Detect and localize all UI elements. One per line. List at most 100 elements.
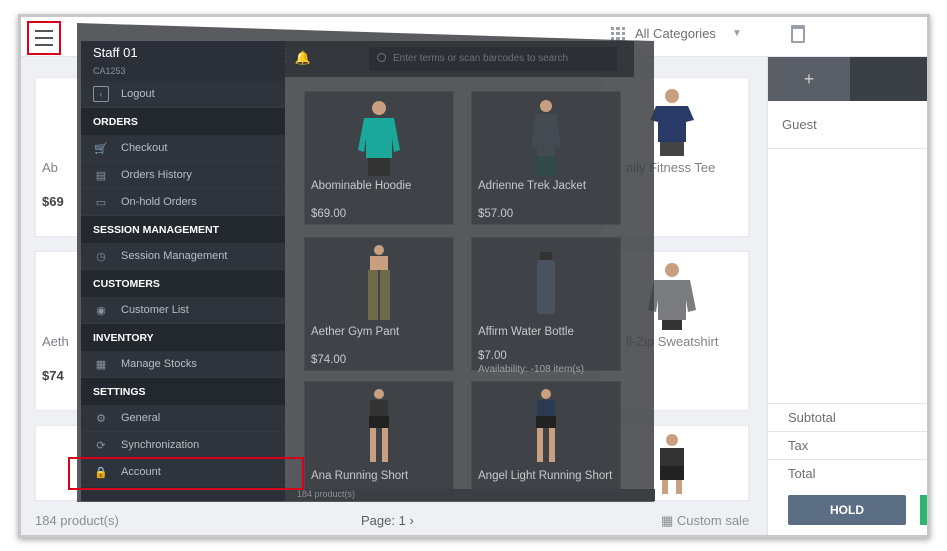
side-menu: Staff 01 CA1253 ‹ Logout ORDERS 🛒 Checko…: [81, 41, 285, 501]
pos-window: All Categories ▼ Ab $69 Aeth $74 aily Fi…: [18, 14, 930, 538]
tax-label: Tax: [768, 431, 927, 459]
product-card[interactable]: Abominable Hoodie $69.00: [304, 91, 454, 225]
menu-item-label: General: [121, 412, 161, 424]
overlay-product-count: 184 product(s): [285, 489, 655, 501]
product-name: Adrienne Trek Jacket: [478, 180, 587, 192]
hoodie-image: [358, 101, 400, 176]
product-card[interactable]: Aether Gym Pant $74.00: [304, 237, 454, 371]
product-price: $74.00: [311, 354, 347, 366]
product-card[interactable]: Affirm Water Bottle $7.00 Availability: …: [471, 237, 621, 375]
logout-button[interactable]: ‹ Logout: [81, 81, 285, 108]
search-icon: [377, 53, 386, 62]
menu-button[interactable]: [27, 21, 61, 55]
list-icon: ▤: [95, 169, 107, 182]
category-select[interactable]: All Categories ▼: [611, 26, 742, 41]
menu-item-account[interactable]: 🔒 Account: [81, 459, 285, 486]
menu-item-general[interactable]: ⚙ General: [81, 405, 285, 432]
menu-item-checkout[interactable]: 🛒 Checkout: [81, 135, 285, 162]
box-icon: ▭: [95, 196, 107, 209]
section-inventory: INVENTORY: [81, 324, 285, 351]
hamburger-line: [35, 37, 53, 39]
checkout-button[interactable]: [920, 495, 927, 525]
product-name: Aether Gym Pant: [311, 326, 400, 338]
product-card[interactable]: Angel Light Running Short: [471, 381, 621, 501]
logout-icon: ‹: [93, 86, 109, 102]
cart-totals: Subtotal Tax Total: [768, 403, 927, 487]
overlay-search-bar: ☰🔔 Enter terms or scan barcodes to searc…: [265, 41, 634, 77]
bottle-image: [537, 252, 555, 314]
total-label: Total: [768, 459, 927, 487]
add-cart-button[interactable]: +: [768, 57, 850, 101]
custom-sale-button[interactable]: ▦ Custom sale: [661, 513, 749, 529]
product-name: Ana Running Short: [311, 470, 409, 482]
hamburger-icon: [35, 30, 53, 32]
cart-panel: + Guest Subtotal Tax Total HOLD: [767, 57, 927, 535]
hold-button[interactable]: HOLD: [788, 495, 906, 525]
product-price: $69.00: [311, 208, 347, 220]
subtotal-label: Subtotal: [768, 403, 927, 431]
product-price: $7.00: [478, 350, 507, 362]
user-icon: ◉: [96, 304, 106, 317]
product-card[interactable]: Ana Running Short: [304, 381, 454, 501]
menu-item-orders-history[interactable]: ▤ Orders History: [81, 162, 285, 189]
grid-icon: [611, 26, 625, 41]
trash-icon[interactable]: [791, 25, 805, 43]
lock-icon: 🔒: [94, 466, 108, 479]
menu-item-label: Synchronization: [121, 439, 200, 451]
shorts-image: [660, 434, 684, 494]
menu-item-label: Manage Stocks: [121, 358, 197, 370]
menu-item-label: Checkout: [121, 142, 168, 154]
shorts-image: [536, 389, 556, 462]
product-name: Abominable Hoodie: [311, 180, 412, 192]
custom-sale-label: Custom sale: [676, 513, 750, 528]
pants-image: [368, 245, 390, 320]
menu-item-synchronization[interactable]: ⟳ Synchronization: [81, 432, 285, 459]
hamburger-line: [35, 44, 53, 46]
menu-item-session-management[interactable]: ◷ Session Management: [81, 243, 285, 270]
customer-label[interactable]: Guest: [768, 101, 927, 149]
staff-name: Staff 01: [93, 45, 138, 60]
menu-item-label: Customer List: [121, 304, 189, 316]
staff-header: Staff 01 CA1253: [81, 41, 285, 81]
product-name: Angel Light Running Short: [478, 470, 613, 482]
product-name: Ab: [42, 160, 58, 175]
product-card[interactable]: Adrienne Trek Jacket $57.00: [471, 91, 621, 225]
jacket-image: [531, 100, 561, 176]
logout-label: Logout: [121, 88, 155, 100]
search-placeholder: Enter terms or scan barcodes to search: [393, 53, 569, 64]
chevron-down-icon: ▼: [731, 28, 742, 39]
menu-item-label: Account: [121, 466, 161, 478]
product-price: $74: [42, 368, 64, 383]
product-name: Affirm Water Bottle: [478, 326, 574, 338]
product-name: Aeth: [42, 334, 69, 349]
pagination[interactable]: Page: 1 ›: [361, 513, 414, 528]
menu-item-customer-list[interactable]: ◉ Customer List: [81, 297, 285, 324]
category-select-label: All Categories: [635, 26, 716, 41]
menu-item-label: Session Management: [121, 250, 228, 262]
product-price: $69: [42, 194, 64, 209]
sync-icon: ⟳: [96, 439, 106, 452]
calculator-icon: ▦: [661, 513, 674, 528]
section-orders: ORDERS: [81, 108, 285, 135]
chevron-right-icon[interactable]: ›: [409, 513, 413, 528]
shorts-image: [369, 389, 389, 462]
cart-icon: 🛒: [94, 142, 108, 155]
cart-tabs: +: [768, 57, 927, 101]
section-customers: CUSTOMERS: [81, 270, 285, 297]
clock-icon: ◷: [96, 250, 106, 263]
menu-item-label: On-hold Orders: [121, 196, 197, 208]
menu-item-manage-stocks[interactable]: ▦ Manage Stocks: [81, 351, 285, 378]
bottom-bar: 184 product(s) Page: 1 › ▦ Custom sale: [21, 501, 767, 535]
page-label: Page: 1: [361, 513, 406, 528]
product-price: $57.00: [478, 208, 514, 220]
menu-item-label: Orders History: [121, 169, 192, 181]
gear-icon: ⚙: [96, 412, 106, 425]
section-session: SESSION MANAGEMENT: [81, 216, 285, 243]
availability-text: Availability: -108 item(s): [478, 364, 584, 375]
product-count: 184 product(s): [35, 513, 119, 528]
section-settings: SETTINGS: [81, 378, 285, 405]
staff-id: CA1253: [93, 66, 126, 76]
menu-item-onhold-orders[interactable]: ▭ On-hold Orders: [81, 189, 285, 216]
calendar-icon: ▦: [95, 358, 107, 371]
search-input[interactable]: Enter terms or scan barcodes to search: [369, 47, 617, 71]
